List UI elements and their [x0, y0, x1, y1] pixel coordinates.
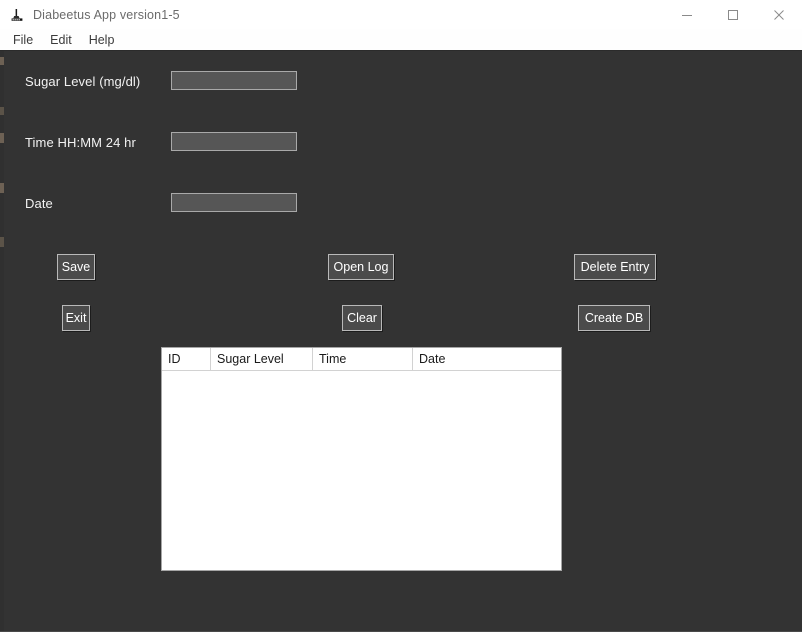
table-body[interactable]	[162, 371, 561, 570]
create-db-button[interactable]: Create DB	[578, 305, 650, 331]
menu-bar: File Edit Help	[0, 29, 802, 51]
app-icon	[9, 7, 25, 23]
minimize-icon	[682, 14, 692, 16]
open-log-button[interactable]: Open Log	[328, 254, 394, 280]
clear-button[interactable]: Clear	[342, 305, 382, 331]
maximize-icon	[728, 9, 738, 20]
sugar-level-label: Sugar Level (mg/dl)	[25, 74, 141, 89]
table-header-sugar-level[interactable]: Sugar Level	[211, 348, 313, 370]
date-label: Date	[25, 196, 53, 211]
table-header-id[interactable]: ID	[162, 348, 211, 370]
table-header-time[interactable]: Time	[313, 348, 413, 370]
close-button[interactable]	[756, 0, 802, 29]
window-left-edge	[0, 51, 4, 632]
menu-item-file[interactable]: File	[6, 30, 40, 50]
menu-item-help[interactable]: Help	[82, 30, 122, 50]
time-input[interactable]	[171, 132, 297, 151]
entries-table[interactable]: ID Sugar Level Time Date	[161, 347, 562, 571]
delete-entry-button[interactable]: Delete Entry	[574, 254, 656, 280]
menu-item-edit[interactable]: Edit	[43, 30, 79, 50]
minimize-button[interactable]	[664, 0, 710, 29]
exit-button[interactable]: Exit	[62, 305, 90, 331]
application-window: Diabeetus App version1-5 File Edit Help …	[0, 0, 802, 632]
save-button[interactable]: Save	[57, 254, 95, 280]
title-bar[interactable]: Diabeetus App version1-5	[0, 0, 802, 29]
window-title: Diabeetus App version1-5	[33, 7, 180, 22]
sugar-level-input[interactable]	[171, 71, 297, 90]
maximize-button[interactable]	[710, 0, 756, 29]
table-header-date[interactable]: Date	[413, 348, 561, 370]
window-controls	[664, 0, 802, 29]
close-icon	[774, 9, 784, 20]
table-header-row: ID Sugar Level Time Date	[162, 348, 561, 371]
time-label: Time HH:MM 24 hr	[25, 135, 136, 150]
date-input[interactable]	[171, 193, 297, 212]
